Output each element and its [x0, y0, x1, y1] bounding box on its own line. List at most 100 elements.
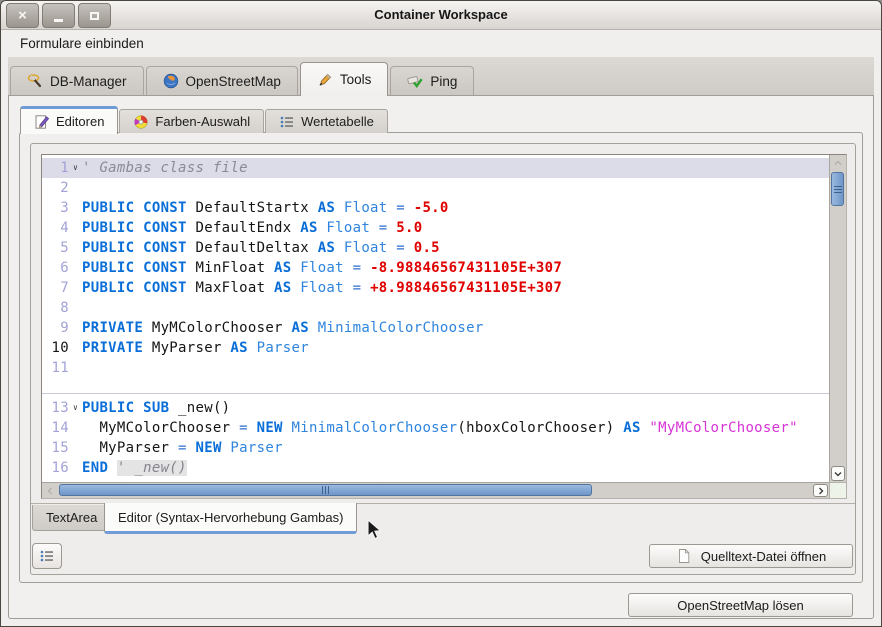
- bottom-tab-textarea[interactable]: TextArea: [32, 505, 111, 531]
- menu-item-formulare-einbinden[interactable]: Formulare einbinden: [14, 34, 150, 53]
- line-number: 16: [42, 458, 69, 478]
- line-number: 15: [42, 438, 69, 458]
- fold-spacer: [69, 458, 82, 478]
- token-num: 5.0: [396, 220, 422, 236]
- scroll-right-button[interactable]: [813, 484, 828, 497]
- bottom-tab-label: TextArea: [46, 510, 97, 525]
- editoren-tab-page: 1∨' Gambas class file23PUBLIC CONST Defa…: [19, 132, 863, 583]
- token-kw: PUBLIC: [82, 240, 143, 256]
- line-number: 2: [42, 178, 69, 198]
- horizontal-scrollbar[interactable]: [42, 482, 829, 498]
- fold-spacer: [69, 278, 82, 298]
- token-kw: AS: [623, 420, 649, 436]
- fold-spacer: [69, 358, 82, 378]
- fold-spacer: [69, 378, 82, 398]
- token-kw: PUBLIC: [82, 200, 143, 216]
- token-kw: NEW: [196, 440, 231, 456]
- vertical-scrollbar-thumb[interactable]: [831, 172, 844, 206]
- token-op: =: [353, 280, 370, 296]
- token-num: 0.5: [414, 240, 440, 256]
- token-cmtbox: ' _new(): [117, 460, 187, 476]
- vertical-scrollbar[interactable]: [829, 155, 846, 482]
- token-typ: Float: [344, 240, 396, 256]
- token-typ: Float: [300, 280, 352, 296]
- code-line[interactable]: 15 MyParser = NEW Parser: [42, 438, 829, 458]
- token-kw: AS: [300, 220, 326, 236]
- open-source-file-label: Quelltext-Datei öffnen: [701, 549, 827, 564]
- scroll-left-button[interactable]: [42, 484, 58, 497]
- token-typ: Parser: [257, 340, 309, 356]
- list-view-button[interactable]: [32, 543, 62, 569]
- token-cmt: ' Gambas class file: [82, 160, 248, 176]
- token-kw: CONST: [143, 200, 195, 216]
- code-line[interactable]: 14 MyMColorChooser = NEW MinimalColorCho…: [42, 418, 829, 438]
- code-line[interactable]: 11: [42, 358, 829, 378]
- osm-release-button[interactable]: OpenStreetMap lösen: [628, 593, 853, 617]
- token-kw: AS: [318, 200, 344, 216]
- token-id: _new(): [178, 400, 230, 416]
- code-text: PUBLIC CONST DefaultEndx AS Float = 5.0: [82, 218, 422, 238]
- tab-tools[interactable]: Tools: [300, 62, 389, 96]
- code-line[interactable]: 5PUBLIC CONST DefaultDeltax AS Float = 0…: [42, 238, 829, 258]
- tab-openstreetmap[interactable]: OpenStreetMap: [146, 66, 298, 95]
- code-line[interactable]: 9PRIVATE MyMColorChooser AS MinimalColor…: [42, 318, 829, 338]
- code-line[interactable]: 3PUBLIC CONST DefaultStartx AS Float = -…: [42, 198, 829, 218]
- token-id: DefaultEndx: [195, 220, 300, 236]
- sub-tab-label: Editoren: [56, 114, 104, 129]
- fold-spacer: [69, 238, 82, 258]
- code-text: MyMColorChooser = NEW MinimalColorChoose…: [82, 418, 798, 438]
- sub-tab-wertetabelle[interactable]: Wertetabelle: [265, 109, 388, 133]
- code-line[interactable]: 8: [42, 298, 829, 318]
- token-id: MinFloat: [195, 260, 274, 276]
- editor-panel: 1∨' Gambas class file23PUBLIC CONST Defa…: [30, 143, 856, 575]
- open-source-file-button[interactable]: Quelltext-Datei öffnen: [649, 544, 853, 568]
- code-line[interactable]: 10PRIVATE MyParser AS Parser: [42, 338, 829, 358]
- bottom-tab-editor-syntax-hervorhebung-gambas[interactable]: Editor (Syntax-Hervorhebung Gambas): [104, 503, 357, 534]
- sub-tab-label: Wertetabelle: [301, 114, 374, 129]
- code-editor[interactable]: 1∨' Gambas class file23PUBLIC CONST Defa…: [41, 154, 847, 499]
- code-line[interactable]: [42, 378, 829, 398]
- token-typ: MinimalColorChooser: [292, 420, 458, 436]
- token-num: +8.98846567431105E+307: [370, 280, 562, 296]
- code-text: END ' _new(): [82, 458, 187, 478]
- token-kw: NEW: [257, 420, 292, 436]
- sub-tab-farben-auswahl[interactable]: Farben-Auswahl: [119, 109, 264, 133]
- code-line[interactable]: 13∨PUBLIC SUB _new(): [42, 398, 829, 418]
- code-line[interactable]: 2: [42, 178, 829, 198]
- line-number: 8: [42, 298, 69, 318]
- tab-ping[interactable]: Ping: [390, 66, 474, 95]
- code-line[interactable]: 1∨' Gambas class file: [42, 158, 829, 178]
- fold-spacer: [69, 298, 82, 318]
- tab-db-manager[interactable]: DB-Manager: [10, 66, 144, 95]
- menubar: Formulare einbinden: [1, 30, 881, 57]
- fold-spacer: [69, 338, 82, 358]
- token-id: DefaultStartx: [195, 200, 317, 216]
- color-wheel-icon: [133, 114, 149, 130]
- titlebar[interactable]: Container Workspace: [1, 1, 881, 30]
- token-id: MyMColorChooser: [82, 420, 239, 436]
- token-kw: CONST: [143, 260, 195, 276]
- code-line[interactable]: 7PUBLIC CONST MaxFloat AS Float = +8.988…: [42, 278, 829, 298]
- token-kw: PRIVATE: [82, 320, 152, 336]
- code-area[interactable]: 1∨' Gambas class file23PUBLIC CONST Defa…: [42, 155, 829, 482]
- fold-arrow-icon[interactable]: ∨: [69, 158, 82, 178]
- fold-arrow-icon[interactable]: ∨: [69, 398, 82, 418]
- line-number: 7: [42, 278, 69, 298]
- scroll-down-button[interactable]: [831, 466, 845, 481]
- code-text: MyParser = NEW Parser: [82, 438, 283, 458]
- token-num: -8.98846567431105E+307: [370, 260, 562, 276]
- token-kw: AS: [292, 320, 318, 336]
- horizontal-scrollbar-thumb[interactable]: [59, 484, 592, 496]
- tab-label: Ping: [430, 74, 457, 89]
- code-line[interactable]: 4PUBLIC CONST DefaultEndx AS Float = 5.0: [42, 218, 829, 238]
- code-line[interactable]: 16 END ' _new(): [42, 458, 829, 478]
- sub-tab-label: Farben-Auswahl: [155, 114, 250, 129]
- sub-tab-editoren[interactable]: Editoren: [20, 106, 118, 134]
- code-line[interactable]: 6PUBLIC CONST MinFloat AS Float = -8.988…: [42, 258, 829, 278]
- token-kw: AS: [318, 240, 344, 256]
- scroll-up-button[interactable]: [831, 155, 845, 171]
- token-kw: END: [82, 460, 117, 476]
- globe-icon: [163, 73, 179, 89]
- line-number: [42, 378, 69, 398]
- sub-tab-bar: Editoren Farben-Auswahl Wertetabelle: [20, 105, 389, 133]
